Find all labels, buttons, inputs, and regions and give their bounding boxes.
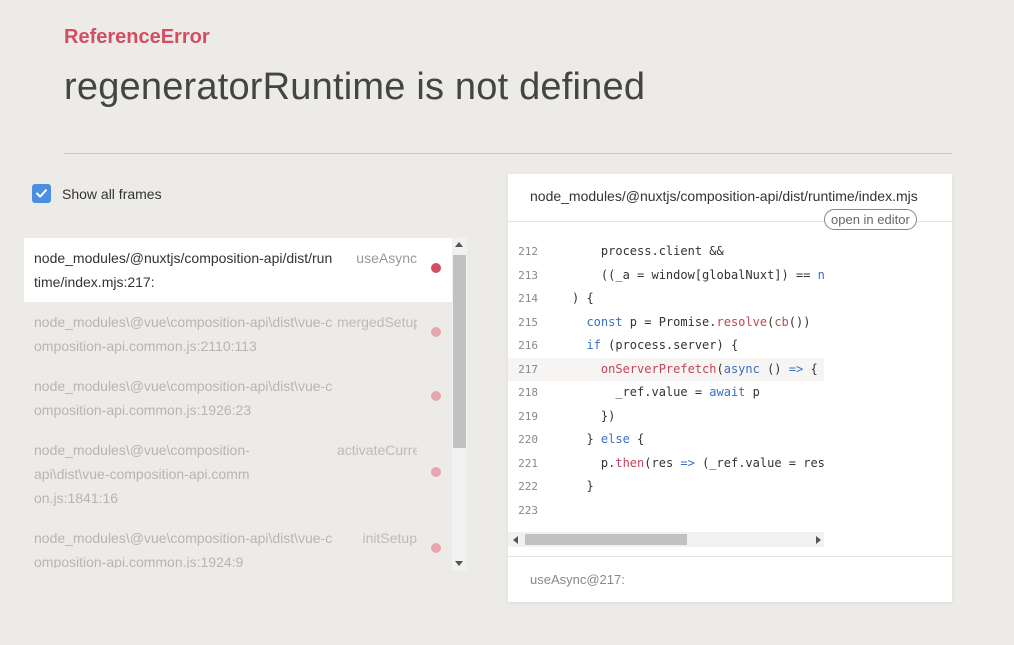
code-line: 216 if (process.server) { [518,338,739,352]
stack-frame[interactable]: node_modules\@vue\composition-api\dist\v… [24,302,452,366]
stack-frames-list: node_modules/@nuxtjs/composition-api/dis… [24,238,452,568]
frame-file: node_modules\@vue\composition-api\dist\v… [34,378,333,418]
scrollbar-thumb[interactable] [525,534,687,545]
scroll-down-icon[interactable] [455,561,463,566]
code-footer-frame: useAsync@217: [530,572,625,587]
code-line: 219 }) [518,408,616,423]
scroll-right-icon[interactable] [816,536,821,544]
error-message: regeneratorRuntime is not defined [64,66,646,108]
open-in-editor-button[interactable]: open in editor [824,209,917,230]
frame-file: node_modules/@nuxtjs/composition-api/dis… [34,250,333,290]
code-horizontal-scrollbar[interactable] [508,532,824,547]
code-file-path: node_modules/@nuxtjs/composition-api/dis… [530,188,918,204]
error-page: ReferenceError regeneratorRuntime is not… [0,0,1014,645]
code-line: 221 p.then(res => (_ref.value = res [518,455,824,470]
scroll-up-icon[interactable] [455,242,463,247]
frames-scrollbar[interactable] [452,238,467,570]
frame-status-dot [431,391,441,401]
frame-function: mergedSetupFn [337,314,417,330]
frame-function: useAsync [356,250,417,266]
checkbox[interactable] [32,184,51,203]
error-type: ReferenceError [64,26,210,48]
code-line: 215 const p = Promise.resolve(cb()) [518,314,811,329]
code-line: 212 process.client && [518,244,724,258]
frame-function: initSetup [362,530,417,546]
code-line: 218 _ref.value = await p [518,385,760,399]
frame-status-dot [431,263,441,273]
frame-status-dot [431,467,441,477]
divider [64,153,952,154]
scrollbar-thumb[interactable] [453,255,466,448]
code-line: 214) { [518,291,594,305]
code-line-highlighted: 217 onServerPrefetch(async () => { [508,357,824,381]
frame-function: activateCurrentInstance [337,442,417,458]
code-panel: node_modules/@nuxtjs/composition-api/dis… [508,174,952,602]
checkmark-icon [36,189,47,198]
show-all-frames-label: Show all frames [62,185,162,202]
frame-file: node_modules\@vue\composition-api\dist\v… [34,442,250,506]
code-line: 223 [518,503,538,517]
code-line: 222 } [518,479,594,493]
frame-status-dot [431,543,441,553]
frame-file: node_modules\@vue\composition-api\dist\v… [34,530,333,568]
stack-frame[interactable]: node_modules\@vue\composition-api\dist\v… [24,430,452,518]
scroll-left-icon[interactable] [513,536,518,544]
divider [508,556,952,557]
stack-frame[interactable]: node_modules\@vue\composition-api\dist\v… [24,518,452,568]
frame-file: node_modules\@vue\composition-api\dist\v… [34,314,333,354]
show-all-frames-toggle[interactable]: Show all frames [32,184,162,203]
frame-status-dot [431,327,441,337]
code-line: 213 ((_a = window[globalNuxt]) == nu [518,267,824,282]
stack-frame[interactable]: node_modules/@nuxtjs/composition-api/dis… [24,238,452,302]
stack-frame[interactable]: node_modules\@vue\composition-api\dist\v… [24,366,452,430]
code-viewer: 212 process.client && 213 ((_a = window[… [508,240,824,536]
code-line: 220 } else { [518,432,645,446]
